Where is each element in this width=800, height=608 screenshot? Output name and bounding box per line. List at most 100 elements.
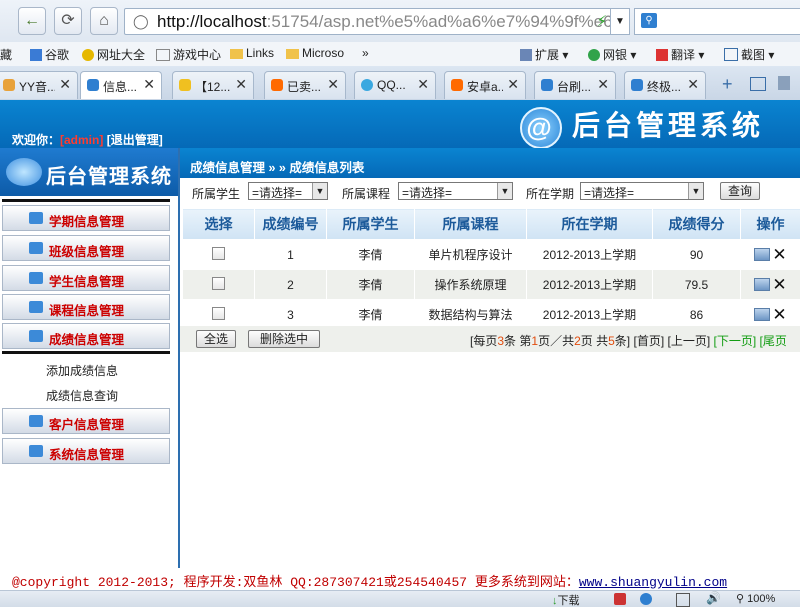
sidebar-item-score[interactable]: 成绩信息管理 [2,323,170,349]
student-select[interactable]: =请选择=▼ [248,182,328,200]
chevron-down-icon[interactable]: ▼ [610,8,630,35]
close-icon[interactable]: ✕ [507,76,519,93]
browser-tab[interactable]: 已卖...✕ [264,71,346,99]
url-path: :51754/asp.net%e5%ad%a6%e7%94%9f%e6 [267,12,613,31]
sidebar-item-student[interactable]: 学生信息管理 [2,265,170,291]
sidebar-item-customer[interactable]: 客户信息管理 [2,408,170,434]
query-button[interactable]: 查询 [720,182,760,200]
zoom-control[interactable]: ⚲ 100% [736,592,775,605]
tool-label: 翻译 [671,48,695,62]
address-bar[interactable]: ◯ http://localhost:51754/asp.net%e5%ad%a… [124,8,612,35]
translate-menu[interactable]: 翻译 ▾ [656,46,704,63]
logout-link[interactable]: [退出管理] [107,133,163,147]
ie-icon[interactable] [640,593,652,605]
edit-icon[interactable] [754,278,770,291]
screenshot-menu[interactable]: 截图 ▾ [724,46,774,63]
bookmark-item[interactable]: Links [230,46,274,60]
close-icon[interactable]: ✕ [143,76,155,93]
row-checkbox[interactable] [212,307,225,320]
term-filter-label: 所在学期 [526,185,574,202]
cell-term: 2012-2013上学期 [527,240,653,270]
pagination: [每页3条 第1页／共2页 共5条] [首页] [上一页] [下一页] [尾页 [470,332,787,349]
bookmark-item[interactable]: 藏 [0,46,12,63]
browser-toolbar: ← ⟳ ⌂ ◯ http://localhost:51754/asp.net%e… [0,0,800,43]
delete-icon[interactable]: ✕ [772,245,786,265]
close-icon[interactable]: ✕ [687,76,699,93]
sidebar-item-class[interactable]: 班级信息管理 [2,235,170,261]
delete-selected-button[interactable]: 删除选中 [248,330,320,348]
sidebar-item-label: 班级信息管理 [49,241,124,260]
sidebar-item-course[interactable]: 课程信息管理 [2,294,170,320]
prev-page-link[interactable]: [上一页] [668,334,711,348]
course-select[interactable]: =请选择=▼ [398,182,513,200]
search-input[interactable]: ⚲ [634,8,800,35]
term-select[interactable]: =请选择=▼ [580,182,704,200]
browser-tab-active[interactable]: 信息...✕ [80,71,162,99]
user-name: [admin] [60,133,103,147]
copyright-text: @copyright 2012-2013; 程序开发:双鱼林 QQ:287307… [12,575,579,590]
trash-icon[interactable] [778,76,790,90]
close-icon[interactable]: ✕ [327,76,339,93]
browser-tab[interactable]: 【12...✕ [172,71,254,99]
bookmark-label: Microso [302,46,344,60]
refresh-icon[interactable]: ⟳ [54,7,82,35]
edit-icon[interactable] [754,308,770,321]
footer-text: @copyright 2012-2013; 程序开发:双鱼林 QQ:287307… [12,571,727,590]
filter-bar: 所属学生 =请选择=▼ 所属课程 =请选择=▼ 所在学期 =请选择=▼ 查询 [180,178,800,206]
pager-text: 页／共 [538,334,574,348]
search-icon[interactable]: ⚲ [641,13,657,28]
lightning-icon[interactable]: ⚡ [596,12,607,30]
site-nav-icon [82,49,94,61]
tab-label: YY音... [19,78,55,95]
delete-icon[interactable]: ✕ [772,305,786,325]
submenu-add-score[interactable]: 添加成绩信息 [46,362,118,379]
speaker-icon[interactable]: 🔊 [706,591,721,605]
restore-tab-icon[interactable] [750,77,766,91]
edit-icon[interactable] [754,248,770,261]
menu-arrow-icon [29,242,43,254]
cell-student: 李倩 [327,270,415,300]
translate-icon [656,49,668,61]
col-student: 所属学生 [327,209,415,240]
close-icon[interactable]: ✕ [235,76,247,93]
tool-label: 截图 [741,48,765,62]
browser-tab[interactable]: YY音...✕ [0,71,78,99]
close-icon[interactable]: ✕ [597,76,609,93]
browser-tab[interactable]: 台刷...✕ [534,71,616,99]
bookmark-item[interactable]: 游戏中心 [156,46,221,63]
sidebar-item-label: 成绩信息管理 [49,329,124,348]
back-arrow-icon[interactable]: ← [18,7,46,35]
close-icon[interactable]: ✕ [417,76,429,93]
bookmark-item[interactable]: Microso [286,46,344,60]
browser-tab[interactable]: 终极...✕ [624,71,706,99]
tab-strip: YY音...✕ 信息...✕ 【12...✕ 已卖...✕ QQ...✕ 安卓a… [0,66,800,101]
bookmark-item[interactable]: 网址大全 [82,46,145,63]
row-checkbox[interactable] [212,247,225,260]
cell-term: 2012-2013上学期 [527,270,653,300]
browser-tab[interactable]: 安卓a...✕ [444,71,526,99]
bookmarks-overflow[interactable]: » [362,46,369,60]
delete-icon[interactable]: ✕ [772,275,786,295]
new-tab-icon[interactable]: + [722,74,733,95]
browser-tab[interactable]: QQ...✕ [354,71,436,99]
row-checkbox[interactable] [212,277,225,290]
bank-menu[interactable]: 网银 ▾ [588,46,636,63]
window-icon[interactable] [676,593,690,607]
sidebar-item-system[interactable]: 系统信息管理 [2,438,170,464]
home-icon[interactable]: ⌂ [90,7,118,35]
last-page-link[interactable]: [尾页 [760,334,787,348]
submenu-query-score[interactable]: 成绩信息查询 [46,387,118,404]
bookmark-label: Links [246,46,274,60]
first-page-link[interactable]: [首页] [633,334,664,348]
next-page-link[interactable]: [下一页] [714,334,757,348]
addon-icon[interactable] [614,593,626,605]
site-link[interactable]: www.shuangyulin.com [579,575,727,590]
col-score: 成绩得分 [653,209,741,240]
app-logo: @后台管理系统 [520,104,764,149]
extensions-menu[interactable]: 扩展 ▾ [520,46,568,63]
cell-score: 79.5 [653,270,741,300]
bookmark-item[interactable]: 谷歌 [30,46,69,63]
select-all-button[interactable]: 全选 [196,330,236,348]
sidebar-item-term[interactable]: 学期信息管理 [2,205,170,231]
close-icon[interactable]: ✕ [59,76,71,93]
